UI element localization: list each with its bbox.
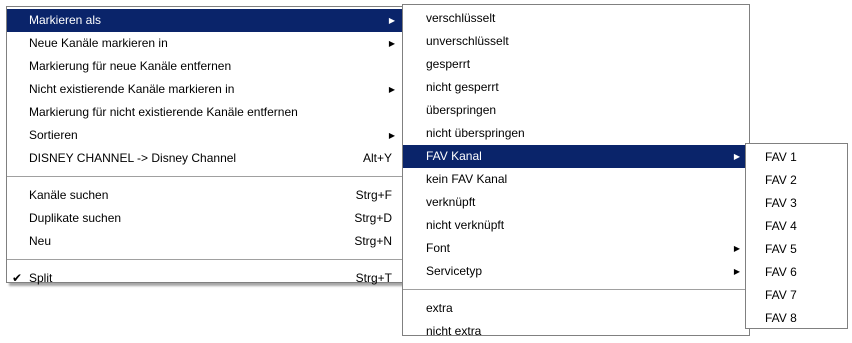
menu-item-label: Font [426, 241, 451, 255]
menu-item-label: gesperrt [426, 57, 471, 71]
menu-item-label: Nicht existierende Kanäle markieren in [29, 82, 235, 96]
menu-item-fav-2[interactable]: FAV 2 [746, 169, 847, 192]
menu-item-label: FAV 5 [765, 242, 797, 256]
menu-item-label: FAV 2 [765, 173, 797, 187]
menu-item-label: verschlüsselt [426, 11, 496, 25]
markieren-als-submenu: verschlüsselt unverschlüsselt gesperrt n… [402, 4, 750, 338]
menu-item-shortcut: Strg+F [355, 188, 392, 202]
menu-item-label: FAV 1 [765, 150, 797, 164]
submenu-arrow-icon: ▶ [388, 131, 395, 140]
menu-item-label: Markierung für neue Kanäle entfernen [29, 59, 232, 73]
menu-item-label: FAV 7 [765, 288, 797, 302]
submenu-arrow-icon: ▶ [733, 267, 740, 276]
menu-item-label: DISNEY CHANNEL -> Disney Channel [29, 151, 237, 165]
menu-item-label: FAV 3 [765, 196, 797, 210]
menu-item-label: kein FAV Kanal [426, 172, 508, 186]
menu-item-markieren-als[interactable]: Markieren als ▶ [7, 9, 404, 32]
menu-item-kanaele-suchen[interactable]: Kanäle suchen Strg+F [7, 184, 404, 207]
menu-item-unverschluesselt[interactable]: unverschlüsselt [403, 30, 749, 53]
menu-item-shortcut: Alt+Y [362, 151, 392, 165]
menu-item-label: extra [426, 301, 453, 315]
menu-item-label: Split [29, 271, 53, 285]
menu-item-label: Servicetyp [426, 264, 483, 278]
fav-kanal-submenu: FAV 1 FAV 2 FAV 3 FAV 4 FAV 5 FAV 6 FAV … [745, 143, 848, 329]
menu-item-markierung-neue-entfernen[interactable]: Markierung für neue Kanäle entfernen [7, 55, 404, 78]
menu-item-nicht-gesperrt[interactable]: nicht gesperrt [403, 76, 749, 99]
menu-item-fav-8[interactable]: FAV 8 [746, 307, 847, 330]
menu-separator [7, 259, 404, 261]
menu-item-split[interactable]: ✔ Split Strg+T [7, 267, 404, 290]
menu-item-nicht-ueberspringen[interactable]: nicht überspringen [403, 122, 749, 145]
menu-item-label: Markieren als [29, 13, 102, 27]
menu-item-fav-kanal[interactable]: FAV Kanal ▶ [403, 145, 749, 168]
menu-item-label: nicht überspringen [426, 126, 525, 140]
context-menu: Markieren als ▶ Neue Kanäle markieren in… [6, 6, 405, 285]
menu-item-label: Neu [29, 234, 52, 248]
submenu-arrow-icon: ▶ [388, 16, 395, 25]
menu-item-label: FAV 4 [765, 219, 797, 233]
menu-separator [403, 289, 749, 291]
menu-item-servicetyp[interactable]: Servicetyp ▶ [403, 260, 749, 283]
checkmark-icon: ✔ [12, 271, 23, 285]
submenu-arrow-icon: ▶ [388, 39, 395, 48]
menu-item-fav-1[interactable]: FAV 1 [746, 146, 847, 169]
menu-item-shortcut: Strg+N [354, 234, 392, 248]
menu-item-extra[interactable]: extra [403, 297, 749, 320]
menu-item-label: Kanäle suchen [29, 188, 109, 202]
menu-item-label: Duplikate suchen [29, 211, 122, 225]
submenu-arrow-icon: ▶ [733, 152, 740, 161]
menu-item-label: FAV 8 [765, 311, 797, 325]
menu-item-label: nicht extra [426, 324, 482, 338]
menu-item-duplikate-suchen[interactable]: Duplikate suchen Strg+D [7, 207, 404, 230]
menu-item-neu[interactable]: Neu Strg+N [7, 230, 404, 253]
menu-item-markierung-nicht-existierende-entfernen[interactable]: Markierung für nicht existierende Kanäle… [7, 101, 404, 124]
menu-item-disney-channel-rename[interactable]: DISNEY CHANNEL -> Disney Channel Alt+Y [7, 147, 404, 170]
menu-item-label: FAV 6 [765, 265, 797, 279]
menu-item-shortcut: Strg+D [354, 211, 392, 225]
menu-item-label: nicht verknüpft [426, 218, 505, 232]
menu-item-fav-3[interactable]: FAV 3 [746, 192, 847, 215]
menu-item-label: nicht gesperrt [426, 80, 499, 94]
menu-item-verschluesselt[interactable]: verschlüsselt [403, 7, 749, 30]
menu-item-ueberspringen[interactable]: überspringen [403, 99, 749, 122]
menu-item-label: Markierung für nicht existierende Kanäle… [29, 105, 298, 119]
submenu-arrow-icon: ▶ [733, 244, 740, 253]
menu-item-fav-7[interactable]: FAV 7 [746, 284, 847, 307]
menu-item-label: überspringen [426, 103, 497, 117]
menu-item-fav-5[interactable]: FAV 5 [746, 238, 847, 261]
menu-item-label: unverschlüsselt [426, 34, 509, 48]
menu-item-fav-4[interactable]: FAV 4 [746, 215, 847, 238]
menu-item-label: Neue Kanäle markieren in [29, 36, 168, 50]
menu-item-nicht-extra[interactable]: nicht extra [403, 320, 749, 343]
menu-item-label: verknüpft [426, 195, 476, 209]
menu-item-font[interactable]: Font ▶ [403, 237, 749, 260]
menu-item-shortcut: Strg+T [355, 271, 392, 285]
menu-separator [7, 176, 404, 178]
menu-item-gesperrt[interactable]: gesperrt [403, 53, 749, 76]
menu-item-label: Sortieren [29, 128, 78, 142]
menu-item-verknuepft[interactable]: verknüpft [403, 191, 749, 214]
menu-item-neue-kanaele-markieren[interactable]: Neue Kanäle markieren in ▶ [7, 32, 404, 55]
menu-item-label: FAV Kanal [426, 149, 482, 163]
menu-item-kein-fav-kanal[interactable]: kein FAV Kanal [403, 168, 749, 191]
submenu-arrow-icon: ▶ [388, 85, 395, 94]
menu-item-nicht-verknuepft[interactable]: nicht verknüpft [403, 214, 749, 237]
menu-item-nicht-existierende-markieren[interactable]: Nicht existierende Kanäle markieren in ▶ [7, 78, 404, 101]
menu-item-fav-6[interactable]: FAV 6 [746, 261, 847, 284]
menu-item-sortieren[interactable]: Sortieren ▶ [7, 124, 404, 147]
